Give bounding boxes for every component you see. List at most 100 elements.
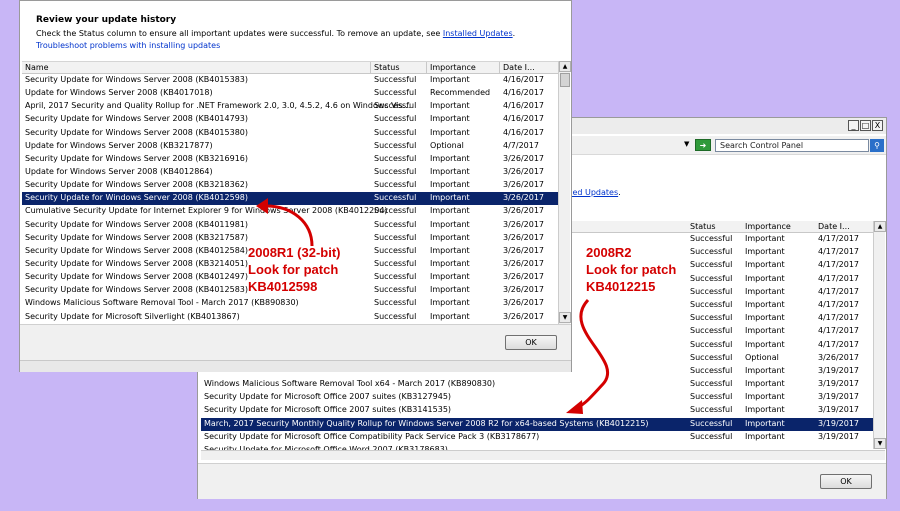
chevron-down-icon[interactable]: ▼ bbox=[684, 140, 689, 148]
table-row[interactable]: Cumulative Security Update for Internet … bbox=[22, 205, 558, 218]
table-row[interactable]: Security Update for Microsoft Office Com… bbox=[201, 431, 875, 444]
cell-name: Update for Windows Server 2008 (KB321787… bbox=[25, 140, 213, 150]
table-row[interactable]: Security Update for Windows Server 2008 … bbox=[22, 127, 558, 140]
cell-date: 3/26/2017 bbox=[503, 153, 545, 163]
installed-updates-link[interactable]: Installed Updates bbox=[443, 29, 513, 38]
table-row[interactable]: Security Update for Windows Server 2008 … bbox=[22, 179, 558, 192]
horizontal-scrollbar[interactable] bbox=[201, 450, 885, 460]
table-row[interactable]: Update for Windows Server 2008 (KB321787… bbox=[22, 140, 558, 153]
cell-date: 4/17/2017 bbox=[818, 313, 860, 323]
cell-date: 3/19/2017 bbox=[818, 431, 860, 441]
cell-importance: Important bbox=[745, 273, 785, 283]
cell-importance: Optional bbox=[430, 140, 464, 150]
annotation-2008r2-line3: KB4012215 bbox=[586, 279, 656, 294]
cell-importance: Important bbox=[745, 247, 785, 257]
cell-date: 3/26/2017 bbox=[503, 245, 545, 255]
scroll-up-icon[interactable]: ▲ bbox=[874, 221, 886, 232]
cell-date: 4/7/2017 bbox=[503, 140, 539, 150]
column-header-status[interactable]: Status bbox=[374, 63, 400, 72]
column-header-importance[interactable]: Importance bbox=[430, 63, 476, 72]
table-row[interactable]: April, 2017 Security and Quality Rollup … bbox=[22, 100, 558, 113]
search-input[interactable]: Search Control Panel bbox=[715, 139, 869, 152]
cell-importance: Important bbox=[745, 418, 785, 428]
cell-importance: Important bbox=[430, 285, 470, 295]
table-row[interactable]: Windows Malicious Software Removal Tool … bbox=[201, 378, 875, 391]
cell-name: Security Update for Windows Server 2008 … bbox=[25, 258, 248, 268]
cell-date: 4/17/2017 bbox=[818, 286, 860, 296]
table-row[interactable]: Security Update for Microsoft Office 200… bbox=[201, 404, 875, 417]
table-row[interactable]: Windows Malicious Software Removal Tool … bbox=[22, 297, 558, 310]
column-divider[interactable] bbox=[426, 62, 427, 74]
vertical-scrollbar[interactable]: ▲ ▼ bbox=[558, 61, 571, 324]
scroll-down-icon[interactable]: ▼ bbox=[874, 438, 886, 449]
cell-status: Successful bbox=[374, 88, 417, 98]
update-history-window-2008r1: Review your update history Check the Sta… bbox=[19, 0, 572, 372]
cell-date: 3/26/2017 bbox=[503, 285, 545, 295]
cell-importance: Important bbox=[745, 379, 785, 389]
cell-name: Security Update for Windows Server 2008 … bbox=[25, 245, 248, 255]
cell-status: Successful bbox=[690, 234, 733, 243]
troubleshoot-link[interactable]: Troubleshoot problems with installing up… bbox=[36, 41, 220, 50]
column-header-name[interactable]: Name bbox=[25, 63, 49, 72]
table-row[interactable]: Update for Windows Server 2008 (KB401286… bbox=[22, 166, 558, 179]
cell-status: Successful bbox=[690, 392, 733, 402]
scrollbar-thumb[interactable] bbox=[560, 73, 570, 87]
ok-button[interactable]: OK bbox=[505, 335, 557, 350]
table-row[interactable]: Security Update for Windows Server 2008 … bbox=[22, 74, 558, 87]
go-arrow-icon[interactable]: ➜ bbox=[695, 139, 711, 151]
table-row[interactable]: Security Update for Windows Server 2008 … bbox=[22, 219, 558, 232]
column-header-date[interactable]: Date I... bbox=[818, 222, 850, 231]
cell-status: Successful bbox=[374, 298, 417, 308]
table-row-selected[interactable]: March, 2017 Security Monthly Quality Rol… bbox=[201, 417, 875, 431]
cell-status: Successful bbox=[690, 405, 733, 415]
cell-status: Successful bbox=[374, 127, 417, 137]
cell-name: Security Update for Microsoft Office Com… bbox=[204, 431, 540, 441]
table-row[interactable]: Update for Windows Server 2008 (KB401701… bbox=[22, 87, 558, 100]
column-divider[interactable] bbox=[370, 62, 371, 74]
cell-status: Successful bbox=[374, 219, 417, 229]
search-icon[interactable]: ⚲ bbox=[870, 139, 884, 152]
column-header-status[interactable]: Status bbox=[690, 222, 716, 231]
cell-status: Successful bbox=[374, 193, 417, 203]
cell-date: 3/26/2017 bbox=[503, 206, 545, 216]
cell-status: Successful bbox=[374, 285, 417, 295]
cell-status: Successful bbox=[374, 101, 417, 111]
column-header-date[interactable]: Date I... bbox=[503, 63, 535, 72]
column-divider[interactable] bbox=[499, 62, 500, 74]
cell-name: Security Update for Windows Server 2008 … bbox=[25, 127, 248, 137]
cell-importance: Important bbox=[430, 114, 470, 124]
cell-date: 3/26/2017 bbox=[503, 272, 545, 282]
cell-status: Successful bbox=[690, 339, 733, 349]
cell-name: Update for Windows Server 2008 (KB401701… bbox=[25, 88, 213, 98]
cell-date: 3/19/2017 bbox=[818, 365, 860, 375]
cell-date: 3/19/2017 bbox=[818, 405, 860, 415]
cell-date: 4/17/2017 bbox=[818, 273, 860, 283]
scroll-up-icon[interactable]: ▲ bbox=[559, 61, 571, 72]
cell-status: Successful bbox=[374, 75, 417, 84]
table-row-selected[interactable]: Security Update for Windows Server 2008 … bbox=[22, 192, 558, 206]
table-row[interactable]: Security Update for Windows Server 2008 … bbox=[22, 113, 558, 126]
cell-name: Windows Malicious Software Removal Tool … bbox=[204, 379, 496, 389]
table-row[interactable]: Security Update for Windows Server 2008 … bbox=[22, 153, 558, 166]
page-title: Review your update history bbox=[36, 15, 177, 25]
cell-date: 4/17/2017 bbox=[818, 326, 860, 336]
column-header-importance[interactable]: Importance bbox=[745, 222, 791, 231]
cell-name: Security Update for Windows Server 2008 … bbox=[25, 272, 248, 282]
vertical-scrollbar[interactable]: ▲ ▼ bbox=[873, 221, 886, 449]
cell-name: March, 2017 Security Monthly Quality Rol… bbox=[204, 418, 649, 428]
ok-button[interactable]: OK bbox=[820, 474, 872, 489]
table-row[interactable]: Security Update for Microsoft Silverligh… bbox=[22, 311, 558, 324]
maximize-button[interactable]: □ bbox=[860, 120, 871, 131]
cell-name: Security Update for Microsoft Office 200… bbox=[204, 405, 452, 415]
cell-status: Successful bbox=[690, 299, 733, 309]
minimize-button[interactable]: _ bbox=[848, 120, 859, 131]
table-row[interactable]: Security Update for Windows Server 2008 … bbox=[22, 232, 558, 245]
installed-updates-link-suffix: . bbox=[618, 188, 621, 197]
scroll-down-icon[interactable]: ▼ bbox=[559, 312, 571, 323]
cell-date: 3/26/2017 bbox=[503, 311, 545, 321]
cell-status: Successful bbox=[690, 286, 733, 296]
close-button[interactable]: X bbox=[872, 120, 883, 131]
installed-updates-link-text[interactable]: lled Updates bbox=[568, 188, 618, 197]
table-row[interactable]: Security Update for Microsoft Office 200… bbox=[201, 391, 875, 404]
installed-updates-link[interactable]: lled Updates. bbox=[568, 188, 621, 197]
